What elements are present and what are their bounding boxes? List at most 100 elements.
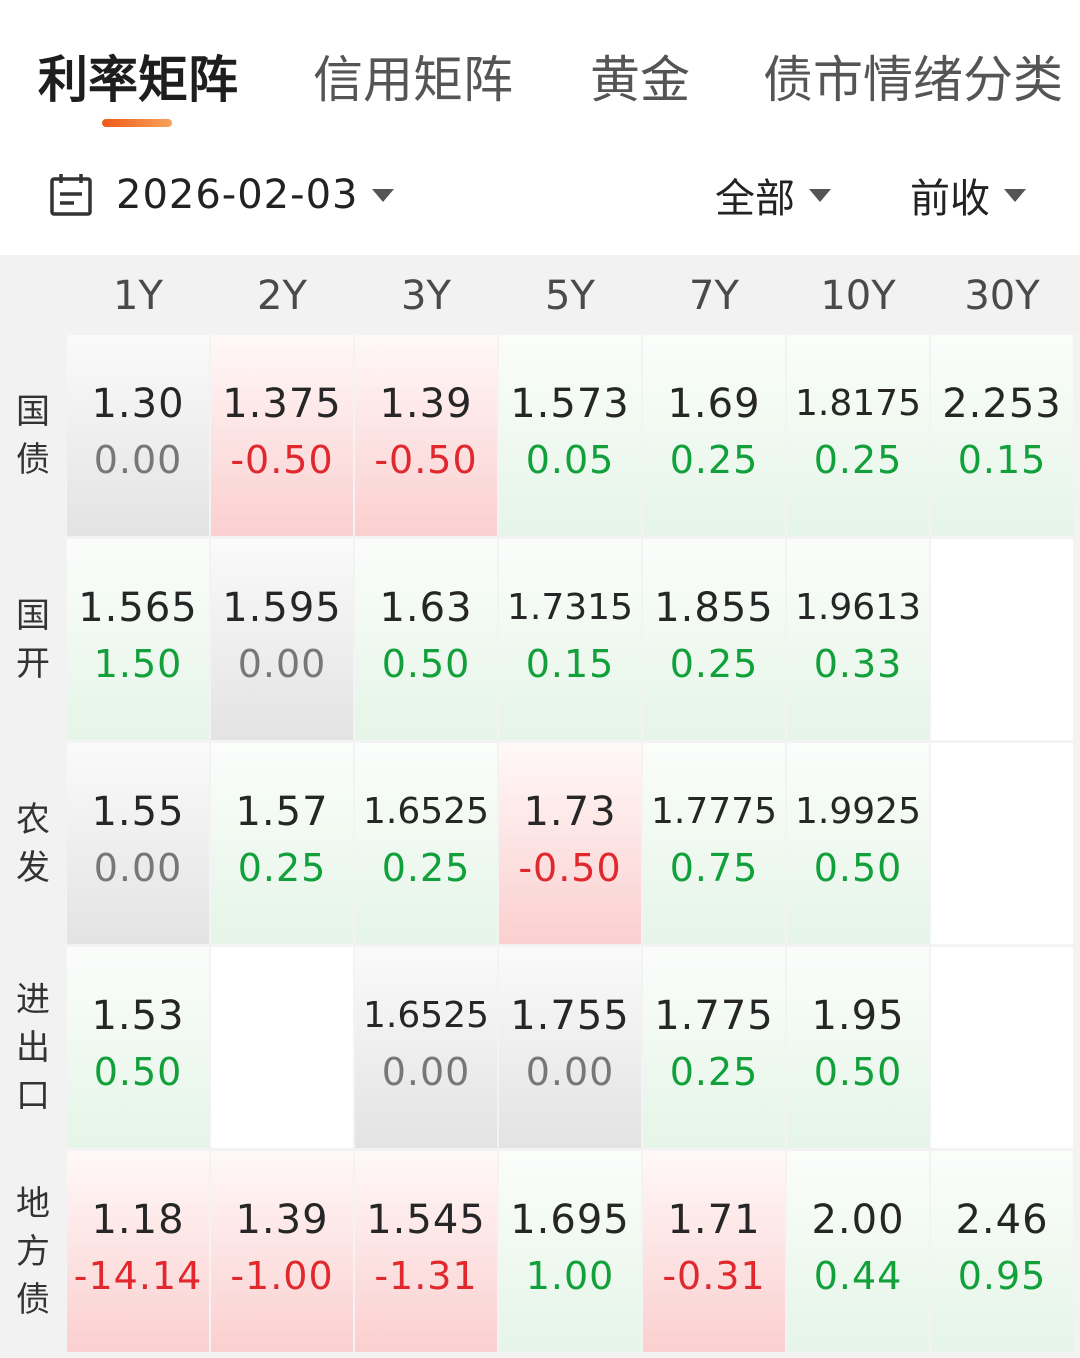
change-value: -1.31	[374, 1254, 478, 1298]
tab-gold[interactable]: 黄金	[590, 40, 690, 120]
date-picker[interactable]: 2026-02-03	[48, 160, 395, 230]
rate-cell[interactable]: 1.57 0.25	[211, 743, 353, 944]
row-label-char: 地	[16, 1183, 50, 1224]
rate-cell[interactable]: 1.7775 0.75	[643, 743, 785, 944]
change-value: -14.14	[73, 1254, 203, 1298]
chevron-down-icon	[372, 188, 395, 202]
rate-cell[interactable]: 1.55 0.00	[67, 743, 209, 944]
tab-bar: 利率矩阵 信用矩阵 黄金 债市情绪分类	[0, 40, 1080, 130]
empty-cell	[211, 947, 353, 1148]
active-tab-indicator	[102, 119, 172, 127]
change-value: 0.00	[525, 1050, 615, 1094]
rate-cell[interactable]: 1.595 0.00	[211, 539, 353, 740]
tab-credit-matrix[interactable]: 信用矩阵	[313, 40, 513, 120]
rate-cell[interactable]: 2.00 0.44	[787, 1151, 929, 1352]
matrix-header-row: 1Y 2Y 3Y 5Y 7Y 10Y 30Y	[0, 255, 1080, 332]
compare-value: 前收	[910, 176, 990, 222]
yield-value: 1.695	[510, 1197, 630, 1243]
yield-value: 1.9613	[795, 587, 921, 628]
change-value: -0.50	[374, 438, 478, 482]
row-label: 国开	[0, 539, 66, 740]
rate-cell[interactable]: 1.30 0.00	[67, 335, 209, 536]
column-header-10y: 10Y	[820, 273, 896, 319]
empty-cell	[931, 743, 1073, 944]
empty-cell	[931, 947, 1073, 1148]
column-header-2y: 2Y	[257, 273, 307, 319]
yield-value: 1.7775	[651, 791, 777, 832]
yield-value: 1.69	[667, 381, 761, 427]
yield-value: 1.6525	[363, 995, 489, 1036]
row-label-char: 国	[16, 391, 50, 432]
rate-cell[interactable]: 1.9925 0.50	[787, 743, 929, 944]
compare-dropdown[interactable]: 前收	[910, 160, 1026, 230]
change-value: -1.00	[230, 1254, 334, 1298]
rate-cell[interactable]: 1.6525 0.25	[355, 743, 497, 944]
yield-value: 1.8175	[795, 383, 921, 424]
yield-value: 1.855	[654, 585, 774, 631]
rate-cell[interactable]: 1.7315 0.15	[499, 539, 641, 740]
filter-bar: 2026-02-03 全部 前收	[0, 160, 1080, 230]
rate-cell[interactable]: 1.63 0.50	[355, 539, 497, 740]
rate-cell[interactable]: 1.71 -0.31	[643, 1151, 785, 1352]
column-header-1y: 1Y	[113, 273, 163, 319]
rate-cell[interactable]: 1.73 -0.50	[499, 743, 641, 944]
empty-cell	[931, 539, 1073, 740]
row-label-char: 进	[16, 979, 50, 1020]
change-value: 0.00	[381, 1050, 471, 1094]
scope-dropdown[interactable]: 全部	[715, 160, 831, 230]
rate-cell[interactable]: 1.545 -1.31	[355, 1151, 497, 1352]
rate-cell[interactable]: 1.375 -0.50	[211, 335, 353, 536]
tab-bond-sentiment[interactable]: 债市情绪分类	[763, 40, 1063, 120]
change-value: 0.25	[669, 1050, 759, 1094]
yield-value: 1.375	[222, 381, 342, 427]
change-value: 0.33	[813, 642, 903, 686]
yield-value: 2.00	[811, 1197, 905, 1243]
change-value: -0.50	[230, 438, 334, 482]
rate-cell[interactable]: 1.9613 0.33	[787, 539, 929, 740]
rate-cell[interactable]: 1.8175 0.25	[787, 335, 929, 536]
rate-cell[interactable]: 2.46 0.95	[931, 1151, 1073, 1352]
change-value: 0.95	[957, 1254, 1047, 1298]
row-label-char: 债	[16, 439, 50, 480]
calendar-icon	[50, 174, 92, 216]
row-label-char: 方	[16, 1231, 50, 1272]
rate-cell[interactable]: 1.6525 0.00	[355, 947, 497, 1148]
change-value: 0.50	[813, 846, 903, 890]
rate-cell[interactable]: 2.253 0.15	[931, 335, 1073, 536]
rate-cell[interactable]: 1.775 0.25	[643, 947, 785, 1148]
row-label: 地方债	[0, 1151, 66, 1352]
tab-rate-matrix[interactable]: 利率矩阵	[38, 40, 238, 120]
yield-value: 1.7315	[507, 587, 633, 628]
change-value: 0.25	[669, 642, 759, 686]
rate-cell[interactable]: 1.755 0.00	[499, 947, 641, 1148]
yield-value: 1.95	[811, 993, 905, 1039]
change-value: -0.50	[518, 846, 622, 890]
change-value: 0.00	[237, 642, 327, 686]
yield-value: 1.39	[235, 1197, 329, 1243]
rate-cell[interactable]: 1.573 0.05	[499, 335, 641, 536]
rate-cell[interactable]: 1.95 0.50	[787, 947, 929, 1148]
yield-value: 1.595	[222, 585, 342, 631]
change-value: 0.00	[93, 846, 183, 890]
rate-cell[interactable]: 1.53 0.50	[67, 947, 209, 1148]
rate-cell[interactable]: 1.69 0.25	[643, 335, 785, 536]
yield-value: 1.545	[366, 1197, 486, 1243]
yield-value: 1.71	[667, 1197, 761, 1243]
change-value: 1.00	[525, 1254, 615, 1298]
change-value: 0.05	[525, 438, 615, 482]
rate-cell[interactable]: 1.18 -14.14	[67, 1151, 209, 1352]
yield-value: 1.57	[235, 789, 329, 835]
yield-value: 1.573	[510, 381, 630, 427]
yield-value: 1.30	[91, 381, 185, 427]
yield-value: 1.18	[91, 1197, 185, 1243]
rate-cell[interactable]: 1.855 0.25	[643, 539, 785, 740]
row-label: 农发	[0, 743, 66, 944]
rate-cell[interactable]: 1.695 1.00	[499, 1151, 641, 1352]
rate-cell[interactable]: 1.39 -0.50	[355, 335, 497, 536]
yield-value: 1.53	[91, 993, 185, 1039]
chevron-down-icon	[809, 188, 831, 202]
yield-value: 1.9925	[795, 791, 921, 832]
change-value: 0.50	[813, 1050, 903, 1094]
rate-cell[interactable]: 1.565 1.50	[67, 539, 209, 740]
rate-cell[interactable]: 1.39 -1.00	[211, 1151, 353, 1352]
